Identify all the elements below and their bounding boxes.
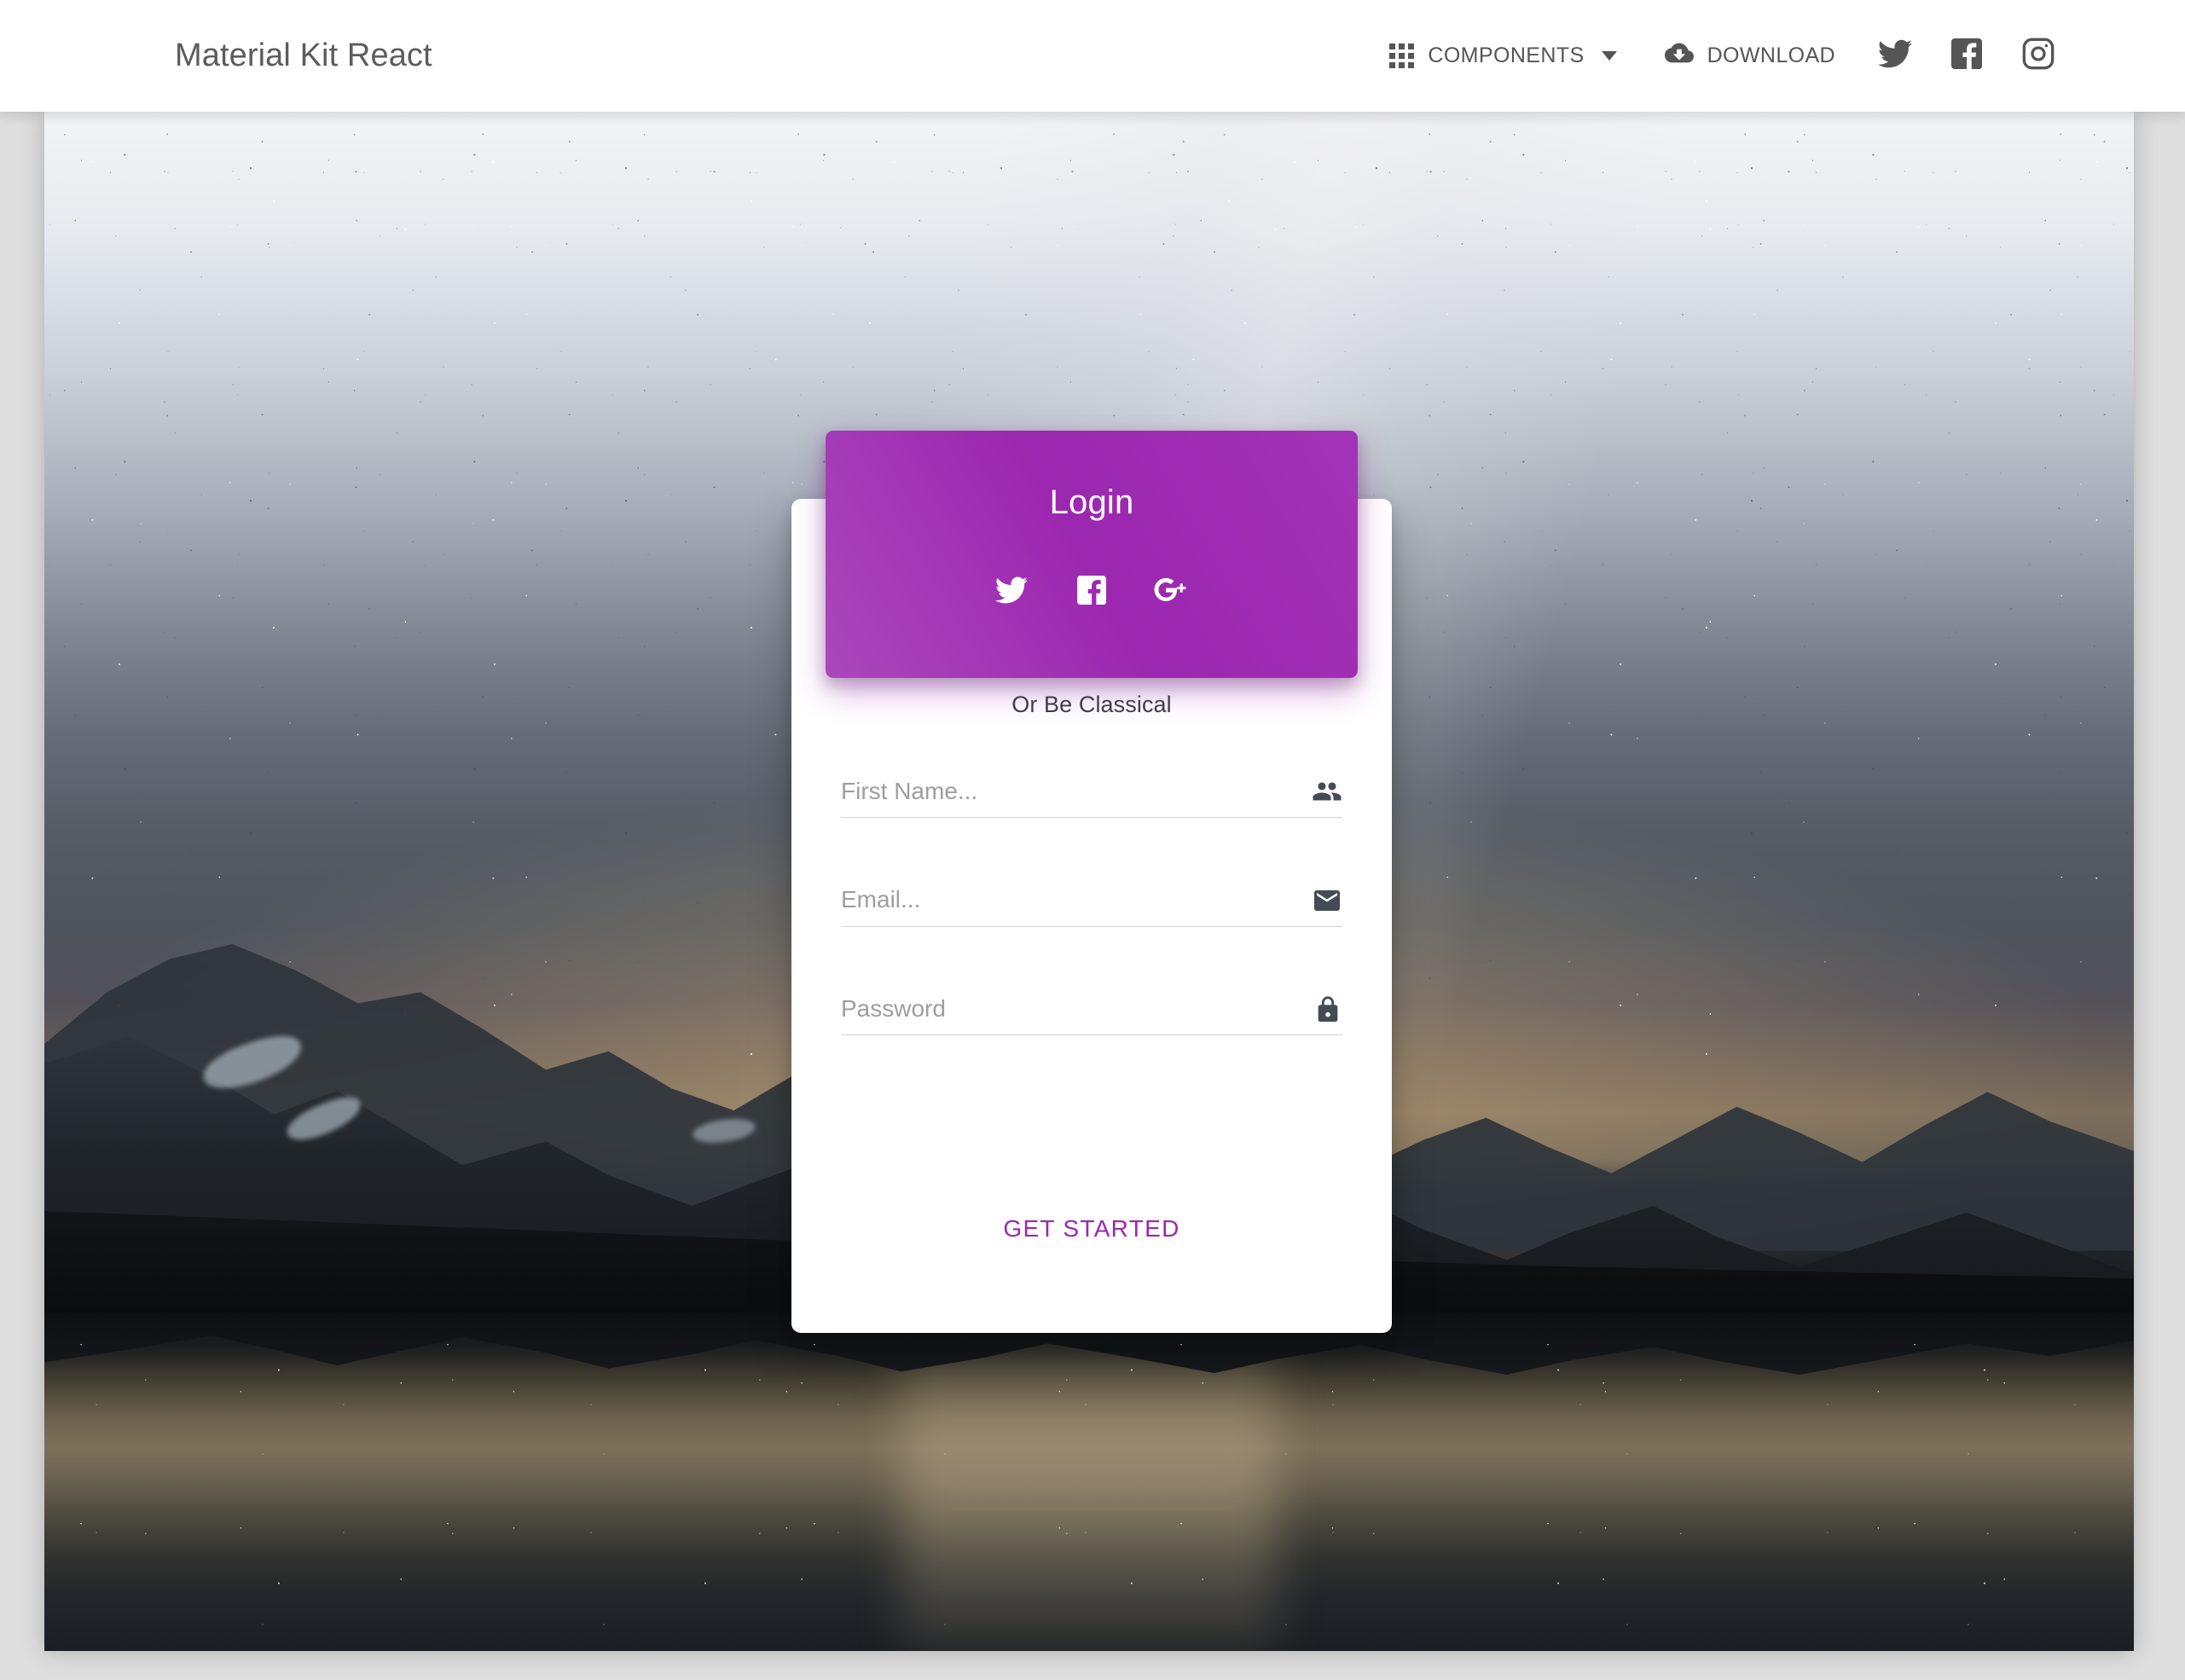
social-login-twitter-button[interactable] <box>981 561 1042 623</box>
brand-title[interactable]: Material Kit React <box>175 38 432 74</box>
page-frame: Material Kit React COMPONENTS DOWNLOAD L… <box>0 0 2185 1680</box>
email-field-row <box>841 884 1342 927</box>
chevron-down-icon <box>1601 51 1617 61</box>
apps-grid-icon <box>1389 43 1415 68</box>
login-card: Login Or Be Classical First Name... Emai… <box>791 431 1392 1333</box>
google-plus-icon <box>1153 573 1191 611</box>
lake-reflection <box>44 1312 2134 1651</box>
login-card-header: Login <box>826 431 1358 678</box>
page-content: Login Or Be Classical First Name... Emai… <box>44 112 2134 1651</box>
login-card-footer: GET STARTED <box>791 1198 1392 1260</box>
login-card-body: Or Be Classical <box>791 692 1392 1036</box>
lock-icon <box>1313 995 1342 1024</box>
first-name-input[interactable] <box>841 776 1298 808</box>
top-navbar: Material Kit React COMPONENTS DOWNLOAD <box>0 0 2185 112</box>
get-started-button[interactable]: GET STARTED <box>972 1198 1210 1260</box>
nav-item-components[interactable]: COMPONENTS <box>1365 28 1640 84</box>
twitter-icon <box>1878 37 1912 75</box>
login-card-title: Login <box>1049 484 1134 521</box>
password-input[interactable] <box>841 993 1300 1025</box>
nav-item-download-label: DOWNLOAD <box>1707 43 1835 67</box>
password-field-row <box>841 993 1342 1036</box>
nav-item-components-label: COMPONENTS <box>1428 43 1585 67</box>
social-login-google-plus-button[interactable] <box>1141 561 1203 623</box>
mail-icon <box>1312 885 1342 916</box>
nav-facebook-button[interactable] <box>1931 20 2002 92</box>
cloud-download-icon <box>1664 38 1694 73</box>
twitter-icon <box>995 574 1028 611</box>
lake-star-reflections <box>44 1312 2134 1651</box>
nav-instagram-button[interactable] <box>2002 20 2074 92</box>
facebook-icon <box>1951 38 1983 73</box>
nav-twitter-button[interactable] <box>1859 20 1931 92</box>
login-form <box>841 776 1342 1036</box>
social-login-row <box>981 561 1203 623</box>
facebook-icon <box>1077 575 1107 609</box>
navbar-actions: COMPONENTS DOWNLOAD <box>1365 20 2074 92</box>
instagram-icon <box>2021 37 2055 75</box>
social-login-facebook-button[interactable] <box>1061 561 1122 623</box>
nav-item-download[interactable]: DOWNLOAD <box>1641 23 1859 89</box>
people-icon <box>1312 776 1342 807</box>
login-subtitle: Or Be Classical <box>1011 692 1172 717</box>
first-name-field-row <box>841 776 1342 819</box>
email-input[interactable] <box>841 884 1298 916</box>
